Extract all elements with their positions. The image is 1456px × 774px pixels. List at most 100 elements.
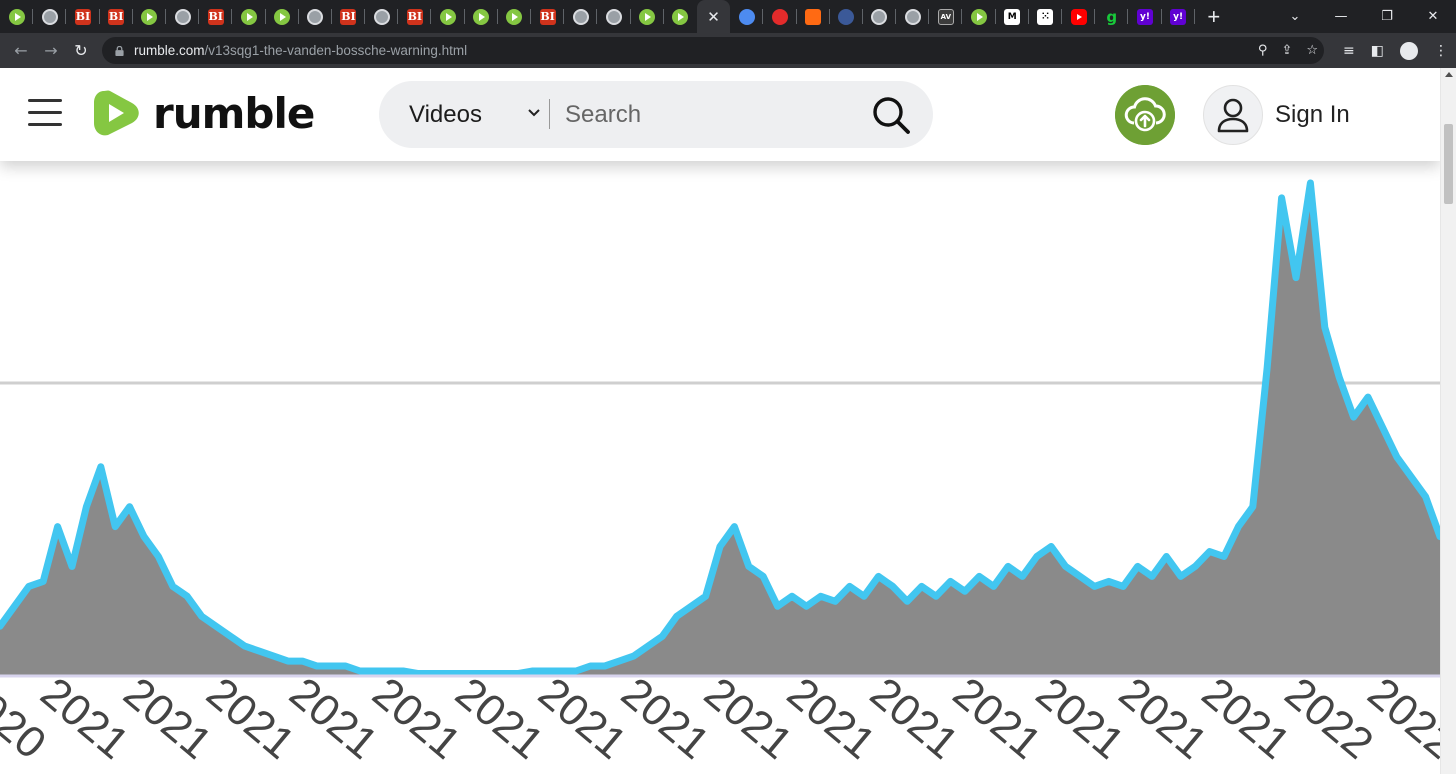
globe-favicon-icon [373, 8, 390, 25]
chart-point [602, 664, 607, 668]
tab-search-chevron-icon[interactable]: ⌄ [1272, 9, 1318, 24]
browser-tab[interactable] [896, 0, 930, 33]
chart-point [660, 634, 665, 639]
browser-tab[interactable] [133, 0, 166, 33]
chart-point [1222, 554, 1226, 559]
minimize-icon[interactable]: — [1318, 9, 1364, 24]
chart-point [646, 644, 650, 649]
browser-tab[interactable] [232, 0, 266, 33]
reload-icon[interactable]: ↻ [66, 41, 96, 60]
search-icon[interactable] [871, 95, 911, 135]
side-panel-icon[interactable]: ◧ [1371, 43, 1384, 59]
chart-point [919, 584, 924, 589]
profile-avatar-icon[interactable] [1400, 41, 1418, 60]
user-icon [1203, 85, 1263, 145]
chart-point [228, 634, 233, 639]
chevron-down-icon[interactable] [527, 106, 541, 120]
browser-tab[interactable] [597, 0, 631, 33]
restore-icon[interactable]: ❐ [1364, 9, 1410, 24]
browser-tab[interactable] [763, 0, 797, 33]
chart-point [833, 599, 838, 604]
browser-tab[interactable] [33, 0, 67, 33]
browser-tab[interactable] [962, 0, 996, 33]
browser-tab[interactable] [797, 0, 830, 33]
chart-x-tick-label: 2021 [446, 668, 552, 768]
browser-tab[interactable] [166, 0, 200, 33]
reading-list-icon[interactable]: ≡ [1343, 43, 1355, 59]
rumble-favicon-icon [639, 8, 656, 25]
chart-point [876, 574, 881, 579]
address-bar[interactable]: rumble.com/v13sqg1-the-vanden-bossche-wa… [102, 37, 1324, 64]
dark-box-favicon-icon: AV [937, 8, 954, 25]
kebab-menu-icon[interactable]: ⋮ [1434, 43, 1448, 59]
browser-tab[interactable]: y! [1162, 0, 1195, 33]
browser-tab-strip: BI BI BI BI BI BI ✕ AV M ⁙ g y! y! + ⌄ — ❐ ✕ [0, 0, 1456, 33]
close-tab-icon[interactable]: ✕ [707, 8, 720, 26]
chart-point [1322, 325, 1327, 330]
hamburger-menu-icon[interactable] [28, 99, 62, 127]
zoom-icon[interactable]: ⚲ [1258, 43, 1268, 58]
browser-tab[interactable] [730, 0, 764, 33]
chart-point [790, 594, 794, 599]
chart-point [948, 579, 953, 584]
browser-tab[interactable] [863, 0, 897, 33]
scrollbar-thumb[interactable] [1444, 124, 1453, 204]
browser-tab[interactable] [465, 0, 498, 33]
chart-x-tick-label: 2021 [197, 668, 303, 768]
chart-point [818, 594, 823, 599]
globe-favicon-icon [41, 8, 58, 25]
chart-point [1236, 524, 1241, 529]
browser-tab[interactable]: BI [199, 0, 233, 33]
new-tab-button[interactable]: + [1199, 4, 1229, 30]
chart-x-tick-label: 2021 [695, 668, 801, 768]
search-input[interactable] [565, 95, 855, 135]
share-icon[interactable]: ⇪ [1281, 43, 1292, 58]
chart-point [703, 594, 708, 599]
browser-tab[interactable]: BI [531, 0, 565, 33]
chart-point [1106, 579, 1111, 584]
browser-tab[interactable] [1062, 0, 1096, 33]
browser-tab[interactable]: y! [1128, 0, 1162, 33]
browser-tab[interactable] [564, 0, 598, 33]
browser-tab[interactable] [266, 0, 299, 33]
browser-tab[interactable] [830, 0, 863, 33]
url-path: /v13sqg1-the-vanden-bossche-warning.html [204, 43, 468, 58]
category-select[interactable]: Videos [409, 81, 482, 148]
chart-point [127, 504, 132, 509]
browser-tab[interactable]: g [1095, 0, 1129, 33]
sign-in-button[interactable]: Sign In [1203, 85, 1350, 145]
browser-tab[interactable]: BI [332, 0, 366, 33]
browser-tab[interactable]: ⁙ [1029, 0, 1062, 33]
browser-tab[interactable] [498, 0, 531, 33]
back-arrow-icon[interactable]: ← [6, 41, 36, 60]
chart-x-tick-label: 2021 [1110, 668, 1216, 768]
browser-tab[interactable]: BI [398, 0, 432, 33]
browser-tab[interactable]: ✕ [696, 0, 731, 33]
browser-tab[interactable] [664, 0, 697, 33]
forward-arrow-icon[interactable]: → [36, 41, 66, 60]
browser-tab[interactable]: AV [929, 0, 963, 33]
browser-tab[interactable]: BI [100, 0, 133, 33]
chart-point [1063, 564, 1068, 569]
browser-tab[interactable] [299, 0, 332, 33]
browser-tab[interactable]: M [996, 0, 1029, 33]
upload-cloud-icon[interactable] [1115, 85, 1175, 145]
browser-tab[interactable] [431, 0, 465, 33]
browser-tab[interactable] [365, 0, 399, 33]
duckduckgo-favicon-icon [838, 8, 855, 25]
rumble-logo[interactable]: rumble [94, 87, 315, 139]
page-scrollbar[interactable] [1440, 68, 1456, 774]
chart-point [530, 669, 535, 673]
bookmark-star-icon[interactable]: ☆ [1306, 43, 1318, 58]
chart-point [55, 524, 60, 529]
scroll-up-arrow-icon[interactable] [1445, 72, 1453, 77]
close-window-icon[interactable]: ✕ [1410, 9, 1456, 24]
browser-tab[interactable]: BI [66, 0, 100, 33]
browser-tab[interactable] [0, 0, 34, 33]
chart-point [286, 659, 290, 664]
globe-favicon-icon [174, 8, 191, 25]
browser-toolbar: ← → ↻ rumble.com/v13sqg1-the-vanden-boss… [0, 33, 1456, 68]
chart-point [1078, 574, 1082, 579]
chart-x-tick-label: 2021 [1027, 668, 1133, 768]
browser-tab[interactable] [631, 0, 664, 33]
